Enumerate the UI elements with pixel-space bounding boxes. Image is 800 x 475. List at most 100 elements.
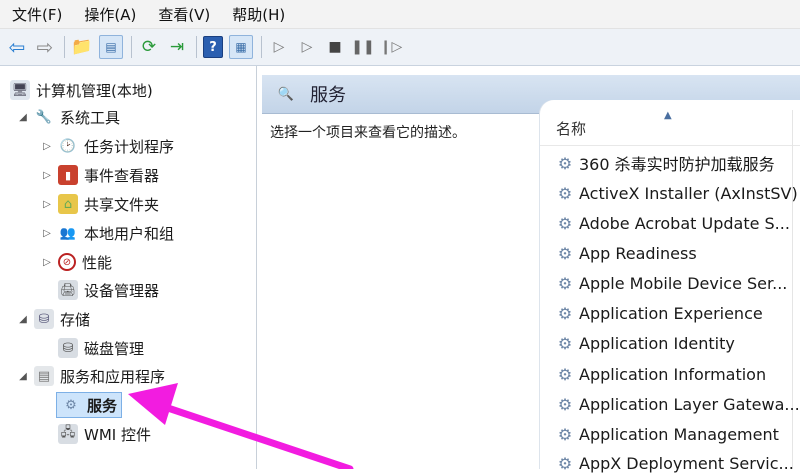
menu-view[interactable]: 查看(V) [146, 4, 220, 25]
device-manager-icon: 🖨 [58, 280, 78, 300]
collapse-triangle-icon[interactable]: ◢ [16, 314, 30, 325]
service-name: Application Experience [579, 303, 763, 323]
service-gear-icon: ⚙ [557, 394, 573, 414]
menu-help[interactable]: 帮助(H) [220, 4, 295, 25]
service-name: Application Layer Gatewa... [579, 394, 800, 414]
export-list-icon[interactable]: ⇥ [166, 36, 188, 58]
tree-label: 任务计划程序 [84, 137, 175, 156]
service-row[interactable]: ⚙ AppX Deployment Servic... [556, 451, 794, 475]
pause-service-icon[interactable]: ❚❚ [351, 36, 374, 58]
tree-node-services[interactable]: ⚙ 服务 [56, 392, 123, 418]
tree-node-performance[interactable]: ▷ ⊘ 性能 [40, 250, 112, 274]
service-name: Apple Mobile Device Ser... [579, 273, 788, 293]
service-gear-icon: ⚙ [557, 213, 573, 233]
service-name: Application Management [579, 424, 779, 444]
collapse-triangle-icon[interactable]: ◢ [16, 371, 30, 382]
menu-bar: 文件(F) 操作(A) 查看(V) 帮助(H) [0, 0, 800, 29]
column-header-name[interactable]: 名称 [556, 118, 586, 139]
pane-title: 服务 [310, 85, 346, 106]
event-viewer-icon: ▮ [58, 165, 78, 185]
stop-service-icon[interactable]: ■ [324, 36, 346, 58]
service-name: ActiveX Installer (AxInstSV) [579, 183, 798, 203]
up-folder-icon[interactable]: 📁 [71, 36, 93, 58]
tree-node-storage[interactable]: ◢ ⛁ 存储 [16, 307, 90, 331]
tree-node-task-scheduler[interactable]: ▷ 🕑 任务计划程序 [40, 134, 174, 158]
show-hide-tree-icon[interactable]: ▤ [99, 35, 123, 59]
service-gear-icon: ⚙ [557, 453, 573, 473]
users-icon: 👥 [59, 225, 77, 241]
expand-triangle-icon[interactable]: ▷ [40, 170, 54, 181]
service-gear-icon: ⚙ [557, 243, 573, 263]
service-row[interactable]: ⚙ App Readiness [556, 241, 697, 265]
tree-node-root[interactable]: 🖥 计算机管理(本地) [6, 78, 153, 102]
service-name: AppX Deployment Servic... [579, 453, 794, 473]
services-apps-icon: ▤ [34, 366, 54, 386]
service-gear-icon: ⚙ [557, 183, 573, 203]
tree-label: 本地用户和组 [84, 224, 175, 243]
toolbar-separator [64, 36, 65, 58]
toolbar: ⇦ ⇨ 📁 ▤ ⟳ ⇥ ? ▦ ▷ ▷ ■ ❚❚ ❙▷ [0, 29, 800, 66]
tree-node-disk-management[interactable]: ⛁ 磁盘管理 [54, 336, 144, 360]
service-name: App Readiness [579, 243, 697, 263]
services-gear-icon: ⚙ [65, 397, 77, 413]
service-row[interactable]: ⚙ Application Experience [556, 301, 763, 325]
toolbar-separator [261, 36, 262, 58]
expand-triangle-icon[interactable]: ▷ [40, 228, 54, 239]
service-gear-icon: ⚙ [557, 273, 573, 293]
wmi-icon: 🖧 [58, 424, 78, 444]
services-search-icon: 🔍 [277, 86, 295, 102]
expand-triangle-icon[interactable]: ▷ [40, 199, 54, 210]
service-description: 选择一个项目来查看它的描述。 [270, 125, 466, 141]
tree-node-shared-folders[interactable]: ▷ ⌂ 共享文件夹 [40, 192, 159, 216]
expand-triangle-icon[interactable]: ▷ [40, 257, 54, 268]
forward-arrow-icon[interactable]: ⇨ [34, 35, 56, 59]
tree-node-system-tools[interactable]: ◢ 🔧 系统工具 [16, 105, 120, 129]
service-gear-icon: ⚙ [557, 303, 573, 323]
tree-label: 计算机管理(本地) [36, 81, 153, 100]
service-gear-icon: ⚙ [557, 364, 573, 384]
tree-node-wmi[interactable]: 🖧 WMI 控件 [54, 422, 151, 446]
storage-icon: ⛁ [34, 309, 54, 329]
tree-node-device-manager[interactable]: 🖨 设备管理器 [54, 278, 159, 302]
properties-icon[interactable]: ▦ [229, 35, 253, 59]
computer-management-icon: 🖥 [10, 80, 30, 100]
refresh-icon[interactable]: ⟳ [138, 36, 160, 58]
service-gear-icon: ⚙ [557, 424, 573, 444]
service-gear-icon: ⚙ [557, 153, 573, 173]
service-row[interactable]: ⚙ ActiveX Installer (AxInstSV) [556, 181, 798, 205]
service-row[interactable]: ⚙ Application Management [556, 422, 779, 446]
collapse-triangle-icon[interactable]: ◢ [16, 112, 30, 123]
service-row[interactable]: ⚙ Application Information [556, 362, 766, 386]
start-service-icon[interactable]: ▷ [268, 36, 290, 58]
service-gear-icon: ⚙ [557, 333, 573, 353]
back-arrow-icon[interactable]: ⇦ [6, 35, 28, 59]
sort-ascending-icon: ▲ [664, 110, 672, 121]
expand-triangle-icon[interactable]: ▷ [40, 141, 54, 152]
clock-icon: 🕑 [59, 138, 77, 154]
menu-action[interactable]: 操作(A) [72, 4, 146, 25]
service-row[interactable]: ⚙ Apple Mobile Device Ser... [556, 271, 788, 295]
tools-icon: 🔧 [35, 109, 53, 125]
column-header-divider [540, 145, 800, 146]
tree-label: 设备管理器 [84, 281, 160, 300]
service-name: 360 杀毒实时防护加载服务 [579, 155, 775, 174]
disk-icon: ⛁ [58, 338, 78, 358]
service-row[interactable]: ⚙ 360 杀毒实时防护加载服务 [556, 151, 775, 175]
performance-icon: ⊘ [58, 253, 76, 271]
restart-service-icon[interactable]: ❙▷ [380, 36, 403, 58]
service-name: Adobe Acrobat Update S... [579, 213, 790, 233]
service-row[interactable]: ⚙ Application Layer Gatewa... [556, 392, 800, 416]
service-row[interactable]: ⚙ Application Identity [556, 331, 735, 355]
toolbar-separator [196, 36, 197, 58]
menu-file[interactable]: 文件(F) [0, 4, 72, 25]
tree-node-event-viewer[interactable]: ▷ ▮ 事件查看器 [40, 163, 159, 187]
tree-label: 事件查看器 [84, 166, 160, 185]
shared-folder-icon: ⌂ [58, 194, 78, 214]
toolbar-separator [131, 36, 132, 58]
start-service-alt-icon[interactable]: ▷ [296, 36, 318, 58]
service-row[interactable]: ⚙ Adobe Acrobat Update S... [556, 211, 790, 235]
tree-node-services-apps[interactable]: ◢ ▤ 服务和应用程序 [16, 364, 165, 388]
help-icon[interactable]: ? [203, 36, 223, 58]
tree-node-local-users[interactable]: ▷ 👥 本地用户和组 [40, 221, 174, 245]
tree-label: 系统工具 [60, 108, 121, 127]
